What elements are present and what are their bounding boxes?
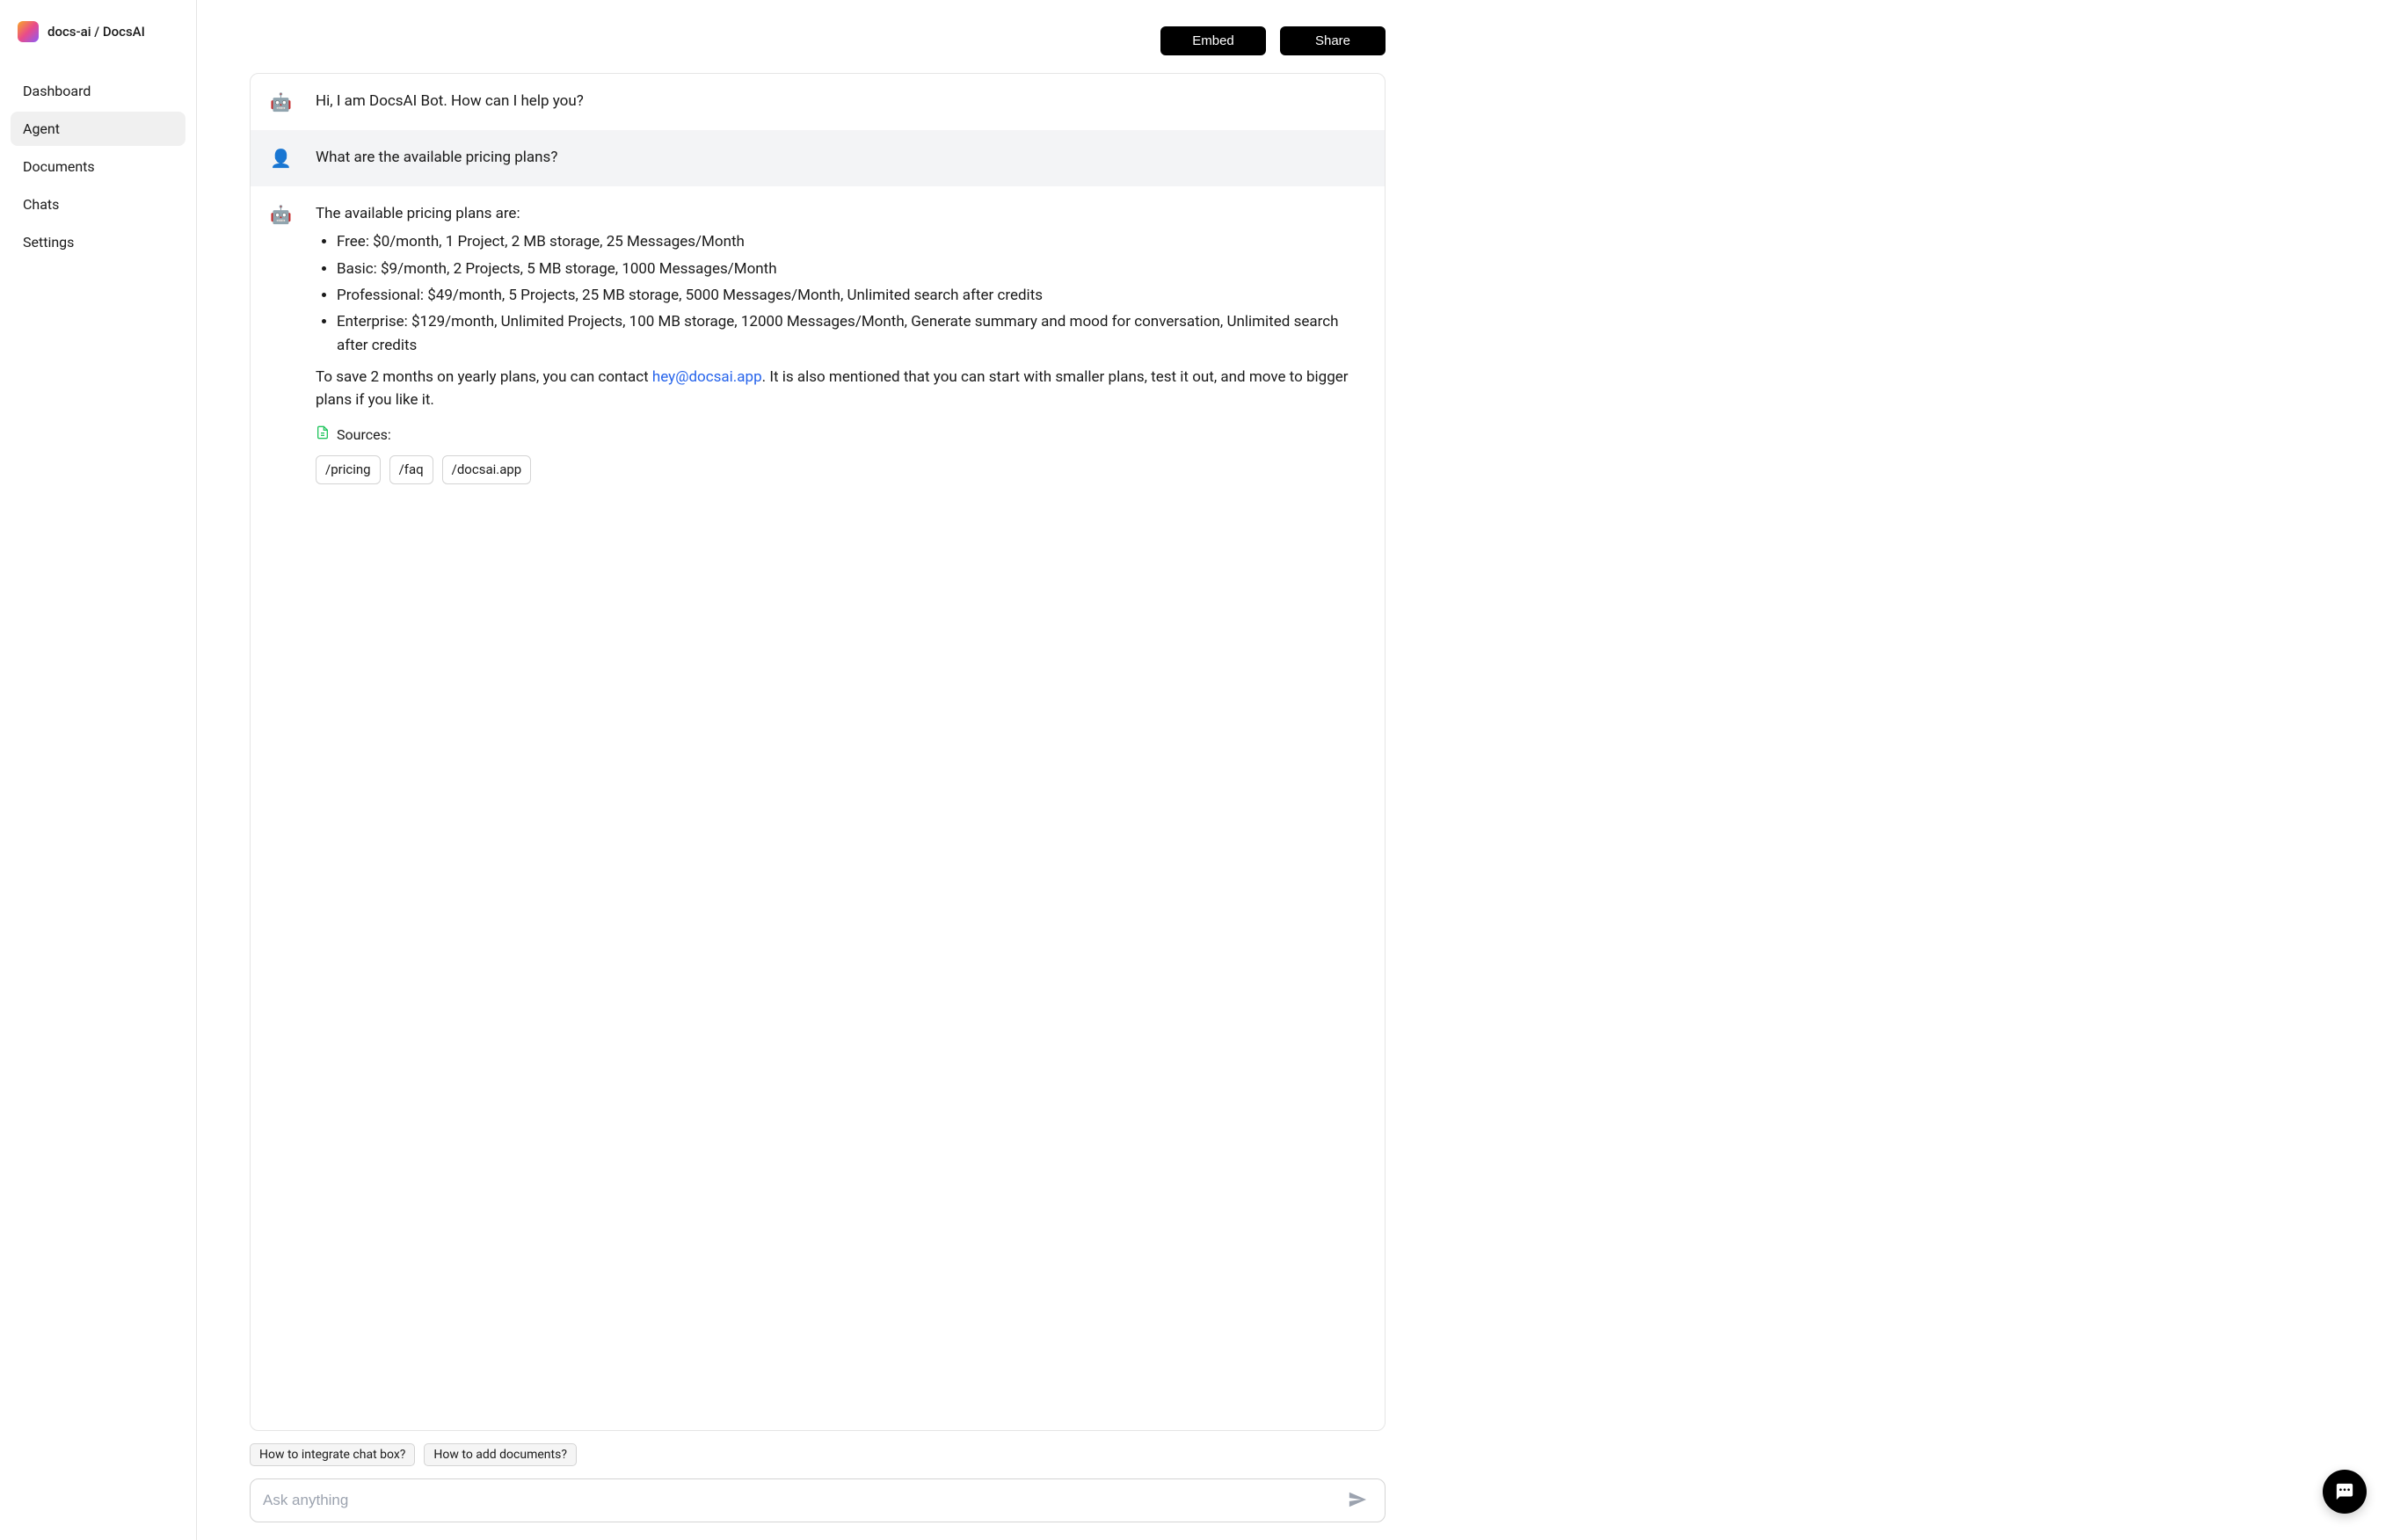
- list-item: Enterprise: $129/month, Unlimited Projec…: [337, 310, 1365, 357]
- suggestion-chip[interactable]: How to add documents?: [424, 1443, 577, 1466]
- outro-pre: To save 2 months on yearly plans, you ca…: [316, 368, 652, 386]
- sidebar-header: docs-ai / DocsAI: [11, 18, 185, 67]
- contact-email-link[interactable]: hey@docsai.app: [652, 368, 762, 386]
- message-intro: The available pricing plans are:: [316, 202, 1365, 225]
- list-item: Professional: $49/month, 5 Projects, 25 …: [337, 284, 1365, 307]
- message-body: The available pricing plans are: Free: $…: [316, 202, 1365, 484]
- user-avatar-icon: 👤: [270, 146, 291, 171]
- list-item: Basic: $9/month, 2 Projects, 5 MB storag…: [337, 258, 1365, 280]
- chat-message-user: 👤 What are the available pricing plans?: [251, 130, 1385, 186]
- chat-fab-button[interactable]: [2323, 1470, 2367, 1514]
- list-item: Free: $0/month, 1 Project, 2 MB storage,…: [337, 230, 1365, 253]
- send-icon: [1348, 1490, 1367, 1509]
- bot-avatar-icon: 🤖: [270, 202, 291, 227]
- breadcrumb[interactable]: docs-ai / DocsAI: [47, 24, 145, 40]
- sidebar-item-agent[interactable]: Agent: [11, 112, 185, 146]
- file-icon: [316, 425, 330, 447]
- pricing-list: Free: $0/month, 1 Project, 2 MB storage,…: [316, 230, 1365, 357]
- sources-label: Sources:: [337, 425, 391, 447]
- main-content: Embed Share 🤖 Hi, I am DocsAI Bot. How c…: [197, 0, 1428, 1540]
- chat-input[interactable]: [263, 1483, 1342, 1518]
- suggestion-row: How to integrate chat box? How to add do…: [250, 1443, 1386, 1466]
- chat-input-row: [250, 1478, 1386, 1522]
- chat-message-bot: 🤖 The available pricing plans are: Free:…: [251, 186, 1385, 500]
- message-outro: To save 2 months on yearly plans, you ca…: [316, 366, 1365, 412]
- chat-container: 🤖 Hi, I am DocsAI Bot. How can I help yo…: [250, 73, 1386, 1431]
- source-chips: /pricing /faq /docsai.app: [316, 455, 1365, 484]
- sources-header: Sources:: [316, 425, 1365, 447]
- chat-bubble-icon: [2335, 1482, 2354, 1501]
- sidebar-item-chats[interactable]: Chats: [11, 187, 185, 222]
- bot-avatar-icon: 🤖: [270, 90, 291, 114]
- sidebar-item-documents[interactable]: Documents: [11, 149, 185, 184]
- top-actions: Embed Share: [250, 26, 1386, 55]
- message-text: What are the available pricing plans?: [316, 146, 1365, 169]
- suggestion-chip[interactable]: How to integrate chat box?: [250, 1443, 415, 1466]
- sidebar-item-settings[interactable]: Settings: [11, 225, 185, 259]
- embed-button[interactable]: Embed: [1160, 26, 1266, 55]
- source-chip[interactable]: /faq: [389, 455, 433, 484]
- logo-icon: [18, 21, 39, 42]
- source-chip[interactable]: /pricing: [316, 455, 381, 484]
- sidebar-nav: Dashboard Agent Documents Chats Settings: [11, 74, 185, 259]
- send-button[interactable]: [1342, 1485, 1372, 1517]
- message-text: Hi, I am DocsAI Bot. How can I help you?: [316, 90, 1365, 113]
- share-button[interactable]: Share: [1280, 26, 1386, 55]
- chat-message-bot: 🤖 Hi, I am DocsAI Bot. How can I help yo…: [251, 74, 1385, 130]
- source-chip[interactable]: /docsai.app: [442, 455, 532, 484]
- sidebar-item-dashboard[interactable]: Dashboard: [11, 74, 185, 108]
- sidebar: docs-ai / DocsAI Dashboard Agent Documen…: [0, 0, 197, 1540]
